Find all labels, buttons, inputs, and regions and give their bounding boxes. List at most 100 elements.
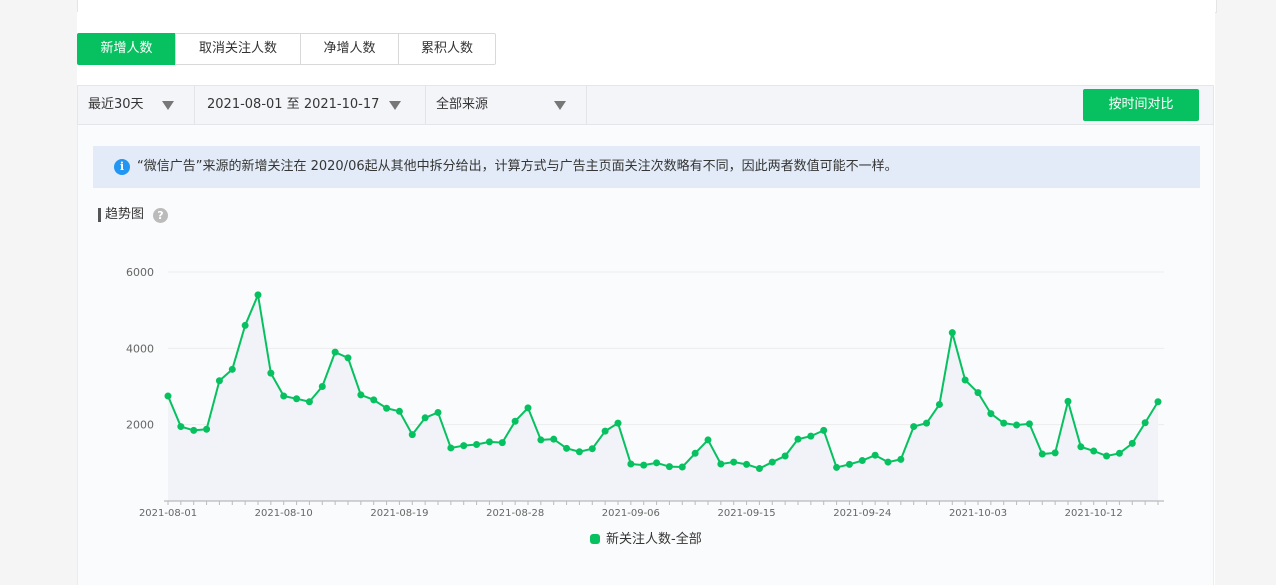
data-point: [434, 408, 442, 416]
chevron-down-icon: [389, 101, 401, 110]
data-point: [1000, 419, 1008, 427]
metric-tabs: 新增人数 取消关注人数 净增人数 累积人数: [77, 33, 496, 65]
x-tick-label: 2021-08-01: [139, 508, 197, 519]
tab-unfollowers[interactable]: 取消关注人数: [175, 33, 301, 65]
section-marker: [98, 208, 101, 222]
chevron-down-icon: [162, 101, 174, 110]
x-tick-label: 2021-08-28: [486, 508, 544, 519]
data-point: [447, 444, 455, 452]
data-point: [755, 465, 763, 473]
data-point: [961, 376, 969, 384]
data-point: [473, 441, 481, 449]
tab-net-growth[interactable]: 净增人数: [300, 33, 399, 65]
data-point: [640, 461, 648, 469]
data-point: [1090, 447, 1098, 455]
data-point: [228, 365, 236, 373]
data-point: [833, 463, 841, 471]
x-tick-label: 2021-10-03: [949, 508, 1007, 519]
data-point: [807, 432, 815, 440]
data-point: [537, 436, 545, 444]
data-point: [164, 392, 172, 400]
notice-text: “微信广告”来源的新增关注在 2020/06起从其他中拆分给出，计算方式与广告主…: [137, 159, 898, 174]
source-select[interactable]: 全部来源: [426, 86, 587, 124]
data-point: [1064, 397, 1072, 405]
x-tick-label: 2021-10-12: [1065, 508, 1123, 519]
date-range-select[interactable]: 2021-08-01 至 2021-10-17: [195, 86, 426, 124]
chevron-down-icon: [554, 101, 566, 110]
x-tick-label: 2021-09-15: [718, 508, 776, 519]
data-point: [588, 445, 596, 453]
data-point: [203, 425, 211, 433]
x-tick-label: 2021-08-19: [370, 508, 428, 519]
source-select-value: 全部来源: [436, 97, 489, 112]
data-point: [1051, 449, 1059, 457]
data-point: [845, 460, 853, 468]
data-point: [331, 348, 339, 356]
data-point: [987, 410, 995, 418]
data-point: [1141, 419, 1149, 427]
data-point: [563, 444, 571, 452]
x-tick-label: 2021-08-10: [255, 508, 313, 519]
y-tick-label: 2000: [126, 419, 154, 432]
data-point: [293, 395, 301, 403]
tab-new-followers[interactable]: 新增人数: [77, 33, 176, 65]
data-point: [383, 404, 391, 412]
data-point: [781, 452, 789, 460]
data-point: [768, 458, 776, 466]
data-point: [305, 398, 313, 406]
x-tick-label: 2021-09-24: [833, 508, 891, 519]
data-point: [614, 419, 622, 427]
data-point: [408, 431, 416, 439]
trend-chart: 2000 4000 6000 2021-08-01 2021-08-10 2021-08-…: [126, 266, 1164, 519]
data-point: [1103, 452, 1111, 460]
data-point: [1128, 439, 1136, 447]
x-tick-label: 2021-09-06: [602, 508, 660, 519]
legend-swatch: [590, 534, 600, 544]
data-point: [280, 392, 288, 400]
y-tick-label: 4000: [126, 342, 154, 355]
data-point: [267, 369, 275, 377]
data-point: [485, 438, 493, 446]
data-point: [871, 451, 879, 459]
data-point: [691, 449, 699, 457]
data-point: [1025, 420, 1033, 428]
help-icon[interactable]: ?: [153, 208, 168, 223]
data-point: [511, 417, 519, 425]
data-point: [665, 463, 673, 471]
tab-cumulative[interactable]: 累积人数: [398, 33, 496, 65]
data-point: [190, 426, 198, 434]
data-point: [215, 377, 223, 385]
data-point: [498, 439, 506, 447]
data-point: [627, 460, 635, 468]
info-icon: i: [114, 159, 130, 175]
data-point: [1115, 449, 1123, 457]
data-point: [395, 407, 403, 415]
data-point: [974, 389, 982, 397]
data-point: [575, 448, 583, 456]
data-point: [717, 460, 725, 468]
data-point: [550, 435, 558, 443]
data-point: [241, 321, 249, 329]
date-range-value: 2021-08-01 至 2021-10-17: [207, 97, 380, 112]
legend-label: 新关注人数-全部: [606, 532, 702, 547]
data-point: [704, 436, 712, 444]
data-point: [678, 463, 686, 471]
data-point: [370, 396, 378, 404]
data-point: [858, 457, 866, 465]
data-point: [1154, 398, 1162, 406]
data-point: [653, 459, 661, 467]
data-point: [820, 426, 828, 434]
data-point: [884, 458, 892, 466]
data-point: [948, 329, 956, 337]
filter-bar: 最近30天 2021-08-01 至 2021-10-17 全部来源 按时间对比: [77, 85, 1214, 125]
data-point: [344, 354, 352, 362]
chart-legend[interactable]: 新关注人数-全部: [590, 531, 702, 549]
data-point: [524, 404, 532, 412]
period-select-value: 最近30天: [88, 97, 144, 112]
data-point: [601, 427, 609, 435]
compare-by-time-button[interactable]: 按时间对比: [1083, 89, 1199, 121]
data-point: [923, 419, 931, 427]
period-select[interactable]: 最近30天: [78, 86, 195, 124]
data-point: [1038, 450, 1046, 458]
data-point: [177, 423, 185, 431]
